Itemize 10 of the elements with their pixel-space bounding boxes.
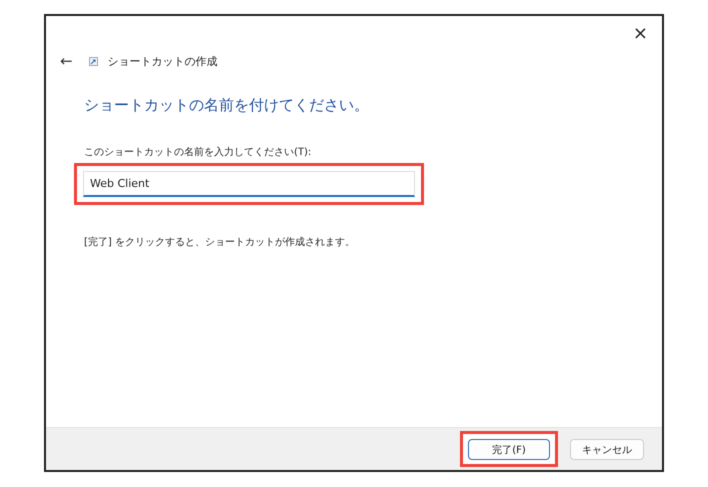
back-button[interactable]: ← bbox=[54, 52, 79, 70]
dialog-button[interactable]: キャンセル bbox=[570, 439, 644, 460]
name-field[interactable]: Web Client bbox=[83, 171, 415, 197]
close-button[interactable]: × bbox=[628, 20, 652, 46]
shortcut-icon bbox=[88, 56, 98, 66]
instruction-text: [完了] をクリックすると、ショートカットが作成されます。 bbox=[84, 236, 356, 249]
dialog-button[interactable]: 完了(F) bbox=[468, 439, 550, 460]
page-heading: ショートカットの名前を付けてください。 bbox=[84, 96, 370, 115]
field-label: このショートカットの名前を入力してください(T): bbox=[84, 146, 312, 159]
window-title: ショートカットの作成 bbox=[108, 54, 218, 68]
